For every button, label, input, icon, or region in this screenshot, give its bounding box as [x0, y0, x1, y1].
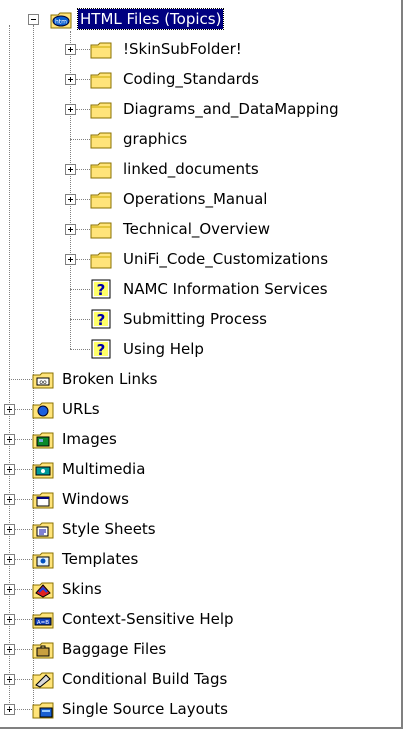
tree-item-label: UniFi_Code_Customizations: [123, 250, 329, 268]
html-folder-icon: htm: [50, 9, 72, 29]
tree-item-label: Using Help: [123, 340, 204, 358]
tree-item-label: Operations_Manual: [123, 190, 268, 208]
tree-item-label: Windows: [62, 490, 129, 508]
tree-item-child[interactable]: [0, 124, 403, 154]
tree-connector-line: [76, 79, 90, 80]
tree-connector-line: [70, 139, 90, 140]
expand-button[interactable]: [65, 224, 76, 235]
folder-icon: [90, 99, 112, 119]
style-sheets-icon: [32, 519, 54, 539]
folder-icon: [90, 69, 112, 89]
project-tree[interactable]: htm HTML Files (Topics) !SkinSubFolder! Cod…: [0, 0, 403, 729]
folder-icon: [90, 129, 112, 149]
broken-links-icon: oo: [32, 369, 54, 389]
expand-button[interactable]: [65, 74, 76, 85]
expand-button[interactable]: [65, 104, 76, 115]
tree-item-label: Baggage Files: [62, 640, 167, 658]
tree-item-label: Conditional Build Tags: [62, 670, 228, 688]
tree-item-label: !SkinSubFolder!: [123, 40, 242, 58]
tree-connector-line: [76, 259, 90, 260]
tree-item-label: NAMC Information Services: [123, 280, 328, 298]
tree-item-label: Diagrams_and_DataMapping: [123, 100, 339, 118]
svg-text:?: ?: [97, 311, 106, 329]
tree-connector-line: [70, 349, 90, 350]
tree-connector-line: [76, 109, 90, 110]
tree-connector-line: [70, 319, 90, 320]
folder-icon: [90, 249, 112, 269]
tree-item-label: Broken Links: [62, 370, 158, 388]
conditional-build-tags-icon: [32, 669, 54, 689]
svg-text:htm: htm: [55, 19, 67, 26]
tree-item-label: Single Source Layouts: [62, 700, 228, 718]
tree-item-label: Coding_Standards: [123, 70, 259, 88]
expand-button[interactable]: [65, 164, 76, 175]
tree-item-label: graphics: [123, 130, 188, 148]
help-topic-icon: ?: [90, 279, 112, 299]
help-topic-icon: ?: [90, 339, 112, 359]
tree-item-label: Technical_Overview: [123, 220, 270, 238]
tree-item-label: HTML Files (Topics): [76, 8, 225, 30]
urls-icon: [32, 399, 54, 419]
expand-button[interactable]: [65, 44, 76, 55]
collapse-button[interactable]: [28, 14, 39, 25]
tree-item-label: Templates: [62, 550, 139, 568]
tree-connector-line: [76, 199, 90, 200]
windows-icon: [32, 489, 54, 509]
skins-icon: [32, 579, 54, 599]
folder-icon: [90, 39, 112, 59]
images-icon: [32, 429, 54, 449]
context-sensitive-help-icon: A=B: [32, 609, 54, 629]
svg-text:A=B: A=B: [37, 620, 49, 626]
tree-item-label: linked_documents: [123, 160, 259, 178]
tree-connector-line: [76, 169, 90, 170]
single-source-layouts-icon: [32, 699, 54, 719]
folder-icon: [90, 219, 112, 239]
tree-item-label: Images: [62, 430, 117, 448]
expand-button[interactable]: [65, 194, 76, 205]
templates-icon: [32, 549, 54, 569]
tree-item-label: Context-Sensitive Help: [62, 610, 234, 628]
tree-item-label: Submitting Process: [123, 310, 267, 328]
folder-icon: [90, 159, 112, 179]
svg-text:?: ?: [97, 281, 106, 299]
tree-item-label: URLs: [62, 400, 100, 418]
svg-text:?: ?: [97, 341, 106, 359]
tree-connector-line: [76, 49, 90, 50]
baggage-files-icon: [32, 639, 54, 659]
multimedia-icon: [32, 459, 54, 479]
tree-item-label: Skins: [62, 580, 102, 598]
tree-connector-line: [76, 229, 90, 230]
tree-connector-line: [9, 25, 10, 709]
folder-icon: [90, 189, 112, 209]
tree-item-label: Multimedia: [62, 460, 146, 478]
tree-connector-line: [70, 289, 90, 290]
svg-text:oo: oo: [39, 379, 47, 386]
tree-item-label: Style Sheets: [62, 520, 156, 538]
expand-button[interactable]: [65, 254, 76, 265]
help-topic-icon: ?: [90, 309, 112, 329]
